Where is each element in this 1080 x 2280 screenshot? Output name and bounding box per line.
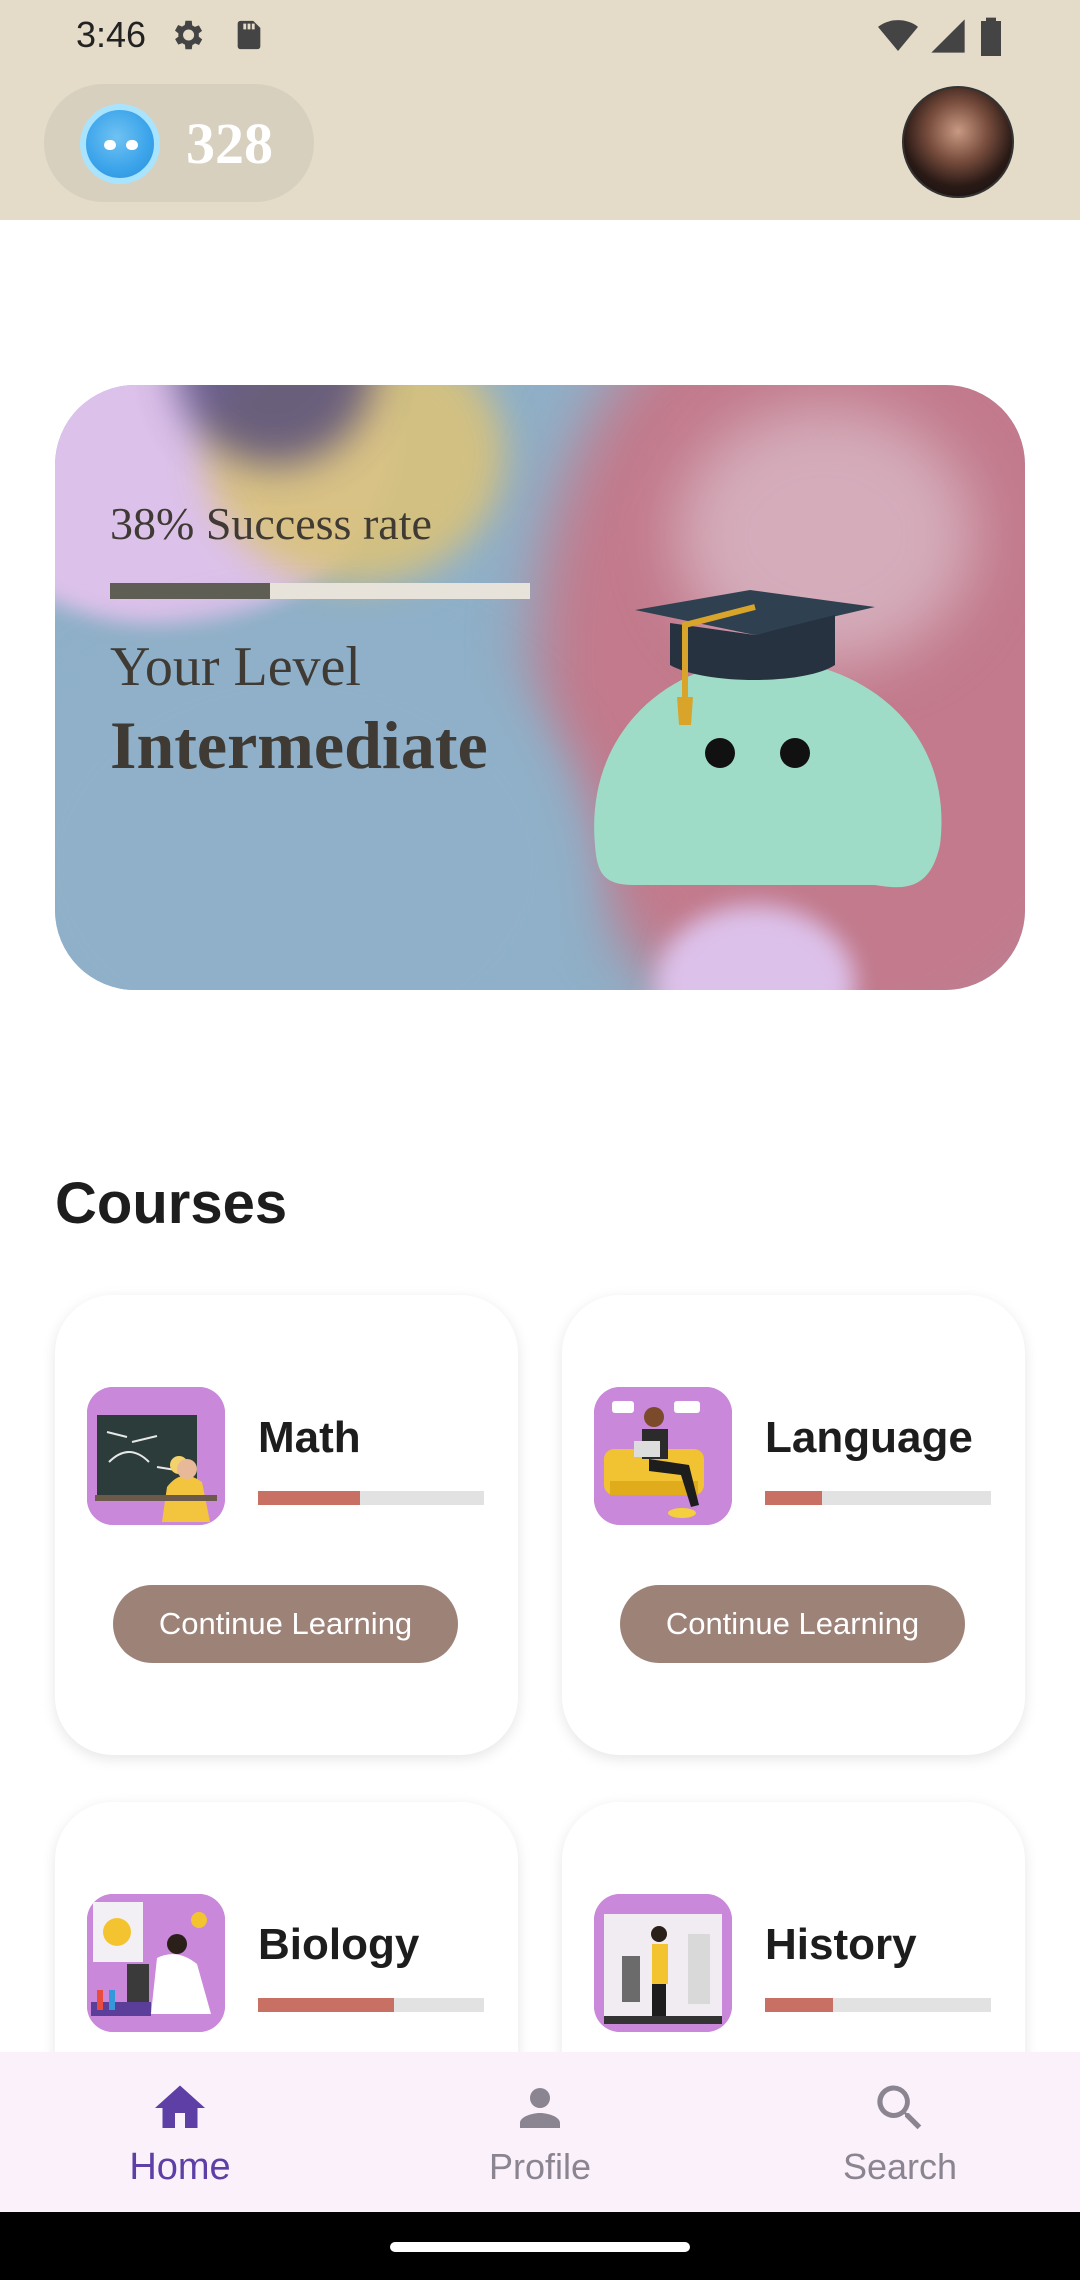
home-gesture-handle[interactable] [390,2242,690,2252]
gesture-bar [0,2212,1080,2280]
course-progress-fill [765,1491,822,1505]
status-time: 3:46 [76,14,147,55]
search-icon [877,2085,922,2130]
course-progress-bar [258,1491,484,1505]
course-progress-bar [765,1998,991,2012]
settings-icon [174,20,203,50]
continue-learning-button[interactable]: Continue Learning [113,1585,458,1663]
nav-profile-label: Profile [488,2146,592,2187]
success-progress-fill [110,583,270,599]
bot-icon [80,104,160,184]
course-progress-bar [258,1998,484,2012]
coin-count: 328 [186,111,273,176]
person-icon [520,2088,560,2128]
battery-icon [981,17,1001,56]
course-progress-fill [765,1998,833,2012]
course-name: History [765,1920,917,1969]
signal-icon [931,19,965,53]
course-card-math[interactable]: Math Continue Learning [55,1295,518,1755]
success-progress-bar [110,583,530,599]
language-illustration [594,1387,732,1525]
avatar[interactable] [902,86,1014,198]
math-illustration [87,1387,225,1525]
course-progress-fill [258,1998,394,2012]
sd-card-icon [237,20,261,50]
bottom-navigation: Home Profile Search [0,2052,1080,2212]
nav-profile[interactable]: Profile [360,2052,720,2212]
app-header: 3:46 328 [0,0,1080,220]
nav-home-label: Home [129,2146,231,2188]
success-rate-text: 38% Success rate [110,498,432,549]
bot-eye [104,140,116,150]
course-name: Math [258,1413,361,1462]
course-name: Language [765,1413,973,1462]
history-illustration [594,1894,732,2032]
status-bar: 3:46 [0,0,1080,70]
course-card-language[interactable]: Language Continue Learning [562,1295,1025,1755]
wifi-icon [878,20,918,51]
course-name: Biology [258,1920,420,1969]
level-card: 38% Success rate Your Level Intermediate [55,385,1025,990]
biology-illustration [87,1894,225,2032]
nav-search-label: Search [842,2146,958,2187]
level-label: Your Level [110,636,361,698]
nav-home[interactable]: Home [0,2052,360,2212]
graduate-mascot-illustration [594,590,942,888]
home-icon [155,2085,205,2128]
bot-eye [126,140,138,150]
nav-search[interactable]: Search [720,2052,1080,2212]
courses-title: Courses [55,1171,288,1236]
coin-balance[interactable]: 328 [44,84,314,202]
level-value: Intermediate [110,707,488,783]
course-progress-fill [258,1491,360,1505]
course-progress-bar [765,1491,991,1505]
continue-learning-button[interactable]: Continue Learning [620,1585,965,1663]
